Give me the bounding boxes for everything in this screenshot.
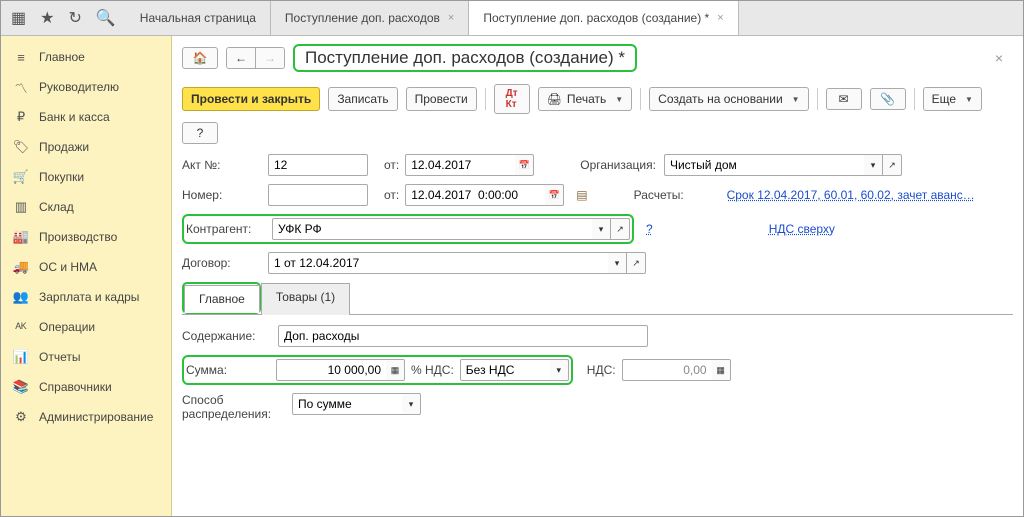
sidebar-item-sales[interactable]: 🏷Продажи — [1, 132, 171, 162]
boxes-icon: ▥ — [13, 199, 29, 215]
printer-icon: 🖨 — [547, 92, 562, 106]
sidebar-item-salary[interactable]: 👥Зарплата и кадры — [1, 282, 171, 312]
dropdown-icon[interactable]: ▾ — [592, 218, 611, 240]
vat-amount-input[interactable] — [622, 359, 712, 381]
cart-icon: 🛒 — [13, 169, 29, 185]
sidebar-item-operations[interactable]: ᴬᴷОперации — [1, 312, 171, 342]
apps-icon[interactable]: ▦ — [11, 8, 26, 28]
open-icon[interactable]: ↗ — [883, 154, 902, 176]
gear-icon: ⚙ — [13, 409, 29, 425]
sidebar: ≡Главное 〽Руководителю ₽Банк и касса 🏷Пр… — [1, 36, 172, 516]
create-based-button[interactable]: Создать на основании▼ — [649, 87, 808, 111]
number-date-input[interactable] — [405, 184, 545, 206]
dt-kt-button[interactable]: ДтКт — [494, 84, 530, 114]
sidebar-item-main[interactable]: ≡Главное — [1, 42, 171, 72]
post-and-close-button[interactable]: Провести и закрыть — [182, 87, 320, 111]
page-title: Поступление доп. расходов (создание) * — [293, 44, 637, 72]
sidebar-item-assets[interactable]: 🚚ОС и НМА — [1, 252, 171, 282]
act-no-label: Акт №: — [182, 158, 262, 172]
sum-input[interactable] — [276, 359, 386, 381]
dropdown-icon[interactable]: ▾ — [550, 359, 569, 381]
dropdown-icon[interactable]: ▾ — [402, 393, 421, 415]
tab-home[interactable]: Начальная страница — [126, 1, 271, 35]
counterparty-help[interactable]: ? — [646, 222, 653, 236]
vat-rate-input[interactable] — [460, 359, 550, 381]
sidebar-item-production[interactable]: 🏭Производство — [1, 222, 171, 252]
star-icon[interactable]: ★ — [40, 8, 54, 28]
search-icon[interactable]: 🔍 — [96, 8, 116, 28]
help-button[interactable]: ? — [182, 122, 218, 144]
sidebar-item-warehouse[interactable]: ▥Склад — [1, 192, 171, 222]
contract-input[interactable] — [268, 252, 608, 274]
calendar-icon[interactable]: 📅 — [545, 184, 564, 206]
save-button[interactable]: Записать — [328, 87, 397, 111]
dropdown-icon[interactable]: ▾ — [864, 154, 883, 176]
info-icon[interactable]: ▤ — [576, 188, 587, 202]
close-icon[interactable]: × — [448, 12, 454, 24]
act-no-input[interactable] — [268, 154, 368, 176]
print-button[interactable]: 🖨Печать▼ — [538, 87, 632, 111]
chart-icon: 〽 — [13, 79, 29, 95]
dropdown-icon[interactable]: ▾ — [608, 252, 627, 274]
calendar-icon[interactable]: 📅 — [515, 154, 534, 176]
number-input[interactable] — [268, 184, 368, 206]
ruble-icon: ₽ — [13, 109, 29, 125]
open-icon[interactable]: ↗ — [627, 252, 646, 274]
distribution-input[interactable] — [292, 393, 402, 415]
sidebar-item-manager[interactable]: 〽Руководителю — [1, 72, 171, 102]
act-date-input[interactable] — [405, 154, 515, 176]
menu-icon: ≡ — [13, 49, 29, 65]
attach-button[interactable]: 📎 — [870, 88, 906, 110]
close-page-button[interactable]: × — [985, 50, 1013, 66]
people-icon: 👥 — [13, 289, 29, 305]
operations-icon: ᴬᴷ — [13, 319, 29, 335]
calc-icon[interactable]: ▦ — [386, 359, 405, 381]
tab-main[interactable]: Главное — [184, 285, 260, 313]
sidebar-item-directories[interactable]: 📚Справочники — [1, 372, 171, 402]
sidebar-item-bank[interactable]: ₽Банк и касса — [1, 102, 171, 132]
more-button[interactable]: Еще▼ — [923, 87, 982, 111]
calc-link[interactable]: Срок 12.04.2017, 60.01, 60.02, зачет ава… — [727, 188, 975, 202]
content-input[interactable] — [278, 325, 648, 347]
tab-receipt-create[interactable]: Поступление доп. расходов (создание) *× — [469, 1, 738, 35]
nav-buttons: ← → — [226, 47, 285, 69]
tab-goods[interactable]: Товары (1) — [261, 283, 350, 315]
truck-icon: 🚚 — [13, 259, 29, 275]
reports-icon: 📊 — [13, 349, 29, 365]
counterparty-input[interactable] — [272, 218, 592, 240]
email-button[interactable]: ✉ — [826, 88, 862, 110]
book-icon: 📚 — [13, 379, 29, 395]
home-button[interactable]: 🏠 — [182, 47, 218, 69]
calc-icon[interactable]: ▦ — [712, 359, 731, 381]
sidebar-item-admin[interactable]: ⚙Администрирование — [1, 402, 171, 432]
post-button[interactable]: Провести — [406, 87, 477, 111]
org-input[interactable] — [664, 154, 864, 176]
tab-receipt[interactable]: Поступление доп. расходов× — [271, 1, 469, 35]
tag-icon: 🏷 — [13, 139, 29, 155]
close-icon[interactable]: × — [717, 12, 723, 24]
factory-icon: 🏭 — [13, 229, 29, 245]
back-button[interactable]: ← — [227, 48, 255, 68]
sidebar-item-reports[interactable]: 📊Отчеты — [1, 342, 171, 372]
history-icon[interactable]: ↻ — [68, 8, 81, 28]
vat-mode-link[interactable]: НДС сверху — [769, 222, 835, 236]
topbar: ▦ ★ ↻ 🔍 Начальная страница Поступление д… — [1, 1, 1023, 36]
forward-button[interactable]: → — [255, 48, 284, 68]
open-icon[interactable]: ↗ — [611, 218, 630, 240]
sidebar-item-purchases[interactable]: 🛒Покупки — [1, 162, 171, 192]
